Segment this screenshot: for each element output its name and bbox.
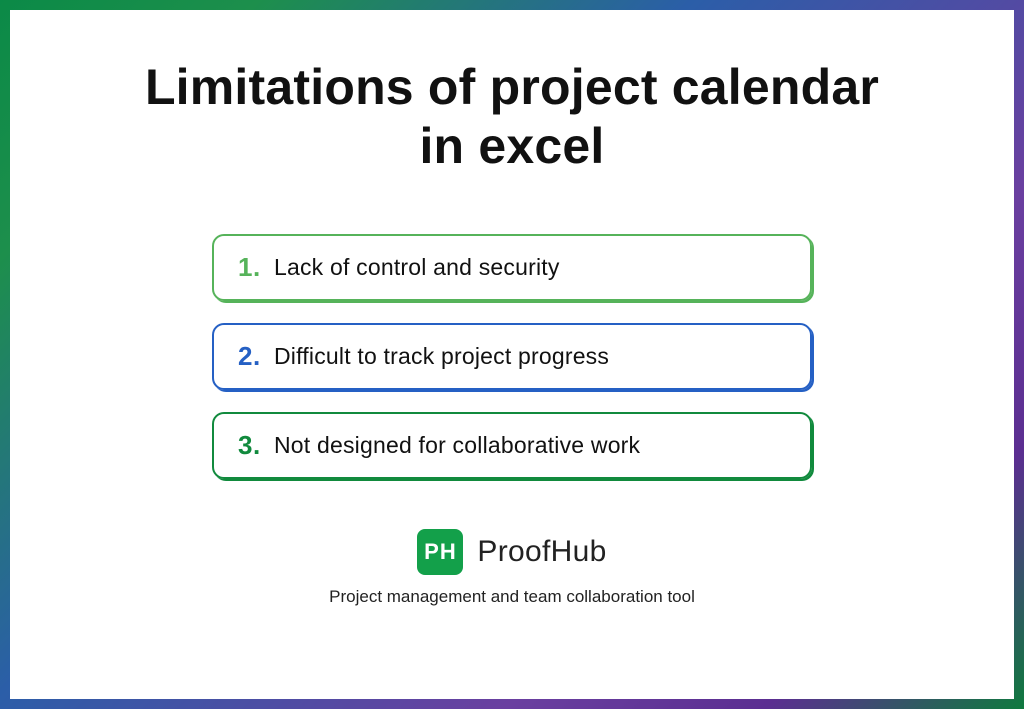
list-item: 1. Lack of control and security	[212, 234, 812, 301]
item-number: 2.	[238, 341, 274, 372]
brand-block: PH ProofHub Project management and team …	[329, 529, 695, 607]
item-number: 1.	[238, 252, 274, 283]
item-number: 3.	[238, 430, 274, 461]
list-item: 2. Difficult to track project progress	[212, 323, 812, 390]
item-text: Lack of control and security	[274, 254, 560, 281]
item-text: Not designed for collaborative work	[274, 432, 640, 459]
brand-row: PH ProofHub	[417, 529, 606, 575]
page-title: Limitations of project calendar in excel	[132, 58, 892, 176]
brand-name: ProofHub	[477, 535, 606, 569]
item-text: Difficult to track project progress	[274, 343, 609, 370]
limitations-list: 1. Lack of control and security 2. Diffi…	[212, 234, 812, 479]
list-item: 3. Not designed for collaborative work	[212, 412, 812, 479]
brand-tagline: Project management and team collaboratio…	[329, 587, 695, 607]
brand-logo-icon: PH	[417, 529, 463, 575]
gradient-frame: Limitations of project calendar in excel…	[0, 0, 1024, 709]
content-canvas: Limitations of project calendar in excel…	[10, 10, 1014, 699]
